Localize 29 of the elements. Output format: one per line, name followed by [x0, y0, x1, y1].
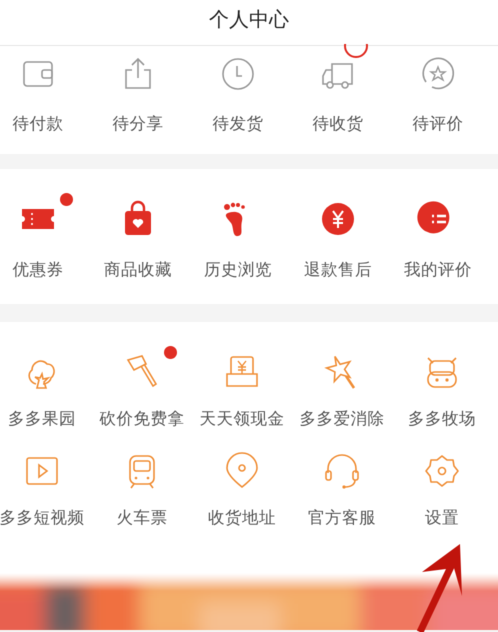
- menu-item[interactable]: 我的评价: [388, 201, 488, 280]
- menu-item[interactable]: 多多短视频: [0, 453, 92, 528]
- menu-item[interactable]: 待分享: [88, 56, 188, 134]
- menu-item[interactable]: 多多爱消除: [292, 354, 392, 429]
- menu-item[interactable]: 官方客服: [292, 453, 392, 528]
- menu-item[interactable]: 商品收藏: [88, 201, 188, 280]
- menu-item[interactable]: 退款售后: [288, 201, 388, 280]
- cash-envelope-icon: [224, 354, 260, 390]
- page-title: 个人中心: [208, 6, 290, 33]
- yuan-icon: [320, 201, 356, 237]
- menu-item[interactable]: 待付款: [0, 56, 88, 134]
- menu-item[interactable]: 历史浏览: [188, 201, 288, 280]
- menu-item[interactable]: 多多果园: [0, 354, 92, 429]
- menu-item[interactable]: 待评价: [388, 56, 488, 134]
- menu-item[interactable]: 待发货: [188, 56, 288, 134]
- settings-icon: [424, 453, 460, 489]
- menu-item[interactable]: 设置: [392, 453, 492, 528]
- menu-item[interactable]: 待收货: [288, 56, 388, 134]
- location-pin-icon: [224, 453, 260, 489]
- menu-item[interactable]: 火车票: [92, 453, 192, 528]
- clock-icon: [220, 56, 256, 92]
- menu-item[interactable]: 优惠券: [0, 201, 88, 280]
- axe-icon: [124, 354, 160, 390]
- headset-icon: [324, 453, 360, 489]
- star-bubble-icon: [420, 56, 456, 92]
- menu-item[interactable]: 多多牧场: [392, 354, 492, 429]
- menu-item[interactable]: 收货地址: [192, 453, 292, 528]
- menu-item[interactable]: 砍价免费拿: [92, 354, 192, 429]
- menu-item[interactable]: 天天领现金: [192, 354, 292, 429]
